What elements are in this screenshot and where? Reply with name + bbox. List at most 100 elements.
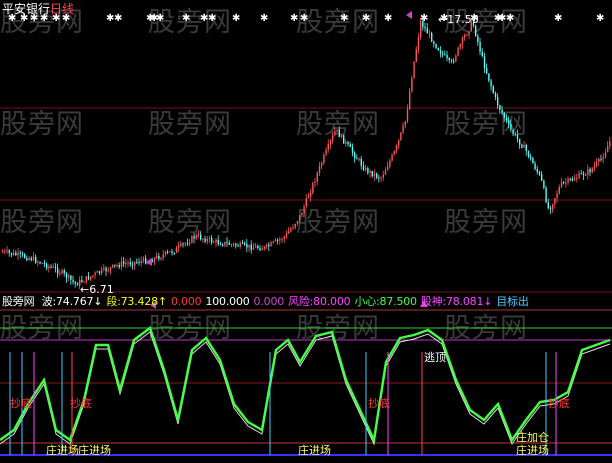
candle-body (224, 241, 226, 246)
candle-body (81, 279, 83, 282)
candle-body (270, 242, 272, 247)
candle-body (175, 247, 178, 253)
candle-body (200, 234, 202, 240)
candle-body (508, 120, 510, 124)
candle-body (19, 252, 21, 254)
indicator-line-fast (0, 326, 611, 445)
candle-body (274, 239, 277, 242)
candle-body (336, 129, 338, 132)
candle-body (343, 134, 345, 144)
bottom-signal: 抄底 (368, 397, 390, 410)
candle-body (189, 242, 191, 245)
candle-body (222, 244, 224, 246)
candle-body (365, 168, 367, 170)
candle-body (468, 31, 470, 35)
candle-body (439, 50, 442, 54)
candle-body (602, 157, 604, 160)
candle-body (162, 254, 164, 258)
candle-body (15, 252, 17, 256)
candle-body (52, 266, 54, 268)
candle-body (136, 261, 138, 263)
candle-body (516, 134, 519, 139)
candle-body (415, 49, 417, 62)
enter-signal: 庄进场 (78, 444, 111, 457)
candle-body (235, 243, 237, 246)
candle-body (367, 168, 369, 173)
candle-body (406, 109, 409, 122)
candle-body (466, 34, 468, 36)
candle-body (424, 26, 426, 29)
candle-body (167, 251, 169, 253)
candle-body (197, 234, 200, 236)
candle-body (580, 173, 582, 175)
indicator-line-slow (0, 331, 611, 446)
candle-body (461, 37, 464, 45)
candle-body (17, 252, 19, 256)
add-position-signal: 庄加仓 (516, 431, 549, 444)
candle-body (101, 269, 103, 274)
candle-body (277, 239, 279, 241)
candle-body (219, 243, 222, 245)
indicator-value-item: 风险:80.000 (288, 295, 351, 308)
candle-body (514, 133, 516, 135)
candle-body (250, 244, 252, 250)
stock-chart-window[interactable]: 股旁网 股旁网 股旁网 股旁网 股旁网 股旁网 股旁网 股旁网 股旁网 股旁网 … (0, 0, 612, 463)
candle-body (307, 196, 310, 199)
candle-body (338, 129, 340, 138)
indicator-value-item: 100.000 (205, 295, 250, 308)
enter-signal: 庄进场 (46, 444, 79, 457)
candle-body (477, 35, 479, 42)
chart-canvas[interactable]: ✱ ✱ ✱ ✱ ✱ ✱ ✱ ✱ ✱✱✱ ✱ ✱ ✱ ✱ ✱ ✱ ✱ ✱ ✱ ✱ ✱ ✱ ✱ ✱✱ ✱ ✱ ✱ (0, 0, 612, 463)
bottom-signal: 抄底 (548, 397, 570, 410)
candle-body (310, 192, 312, 197)
signal-star-icon: ✱ (340, 13, 348, 24)
candle-body (156, 255, 158, 258)
candle-body (505, 117, 508, 121)
candle-body (349, 144, 351, 148)
candle-body (479, 41, 481, 52)
high-marker-icon (406, 11, 412, 19)
candle-body (556, 193, 558, 199)
candle-body (404, 121, 406, 126)
signal-star-icon: ✱ (114, 13, 122, 24)
candle-body (510, 123, 512, 130)
candle-body (266, 244, 268, 247)
candle-body (547, 202, 549, 209)
candle-body (389, 160, 391, 167)
candle-body (26, 257, 28, 261)
candle-body (314, 181, 316, 183)
candle-body (239, 242, 241, 247)
candle-body (252, 247, 255, 250)
candle-body (545, 187, 547, 203)
candle-body (59, 273, 61, 275)
candle-body (255, 246, 257, 248)
candle-body (164, 251, 167, 255)
candle-body (153, 257, 156, 263)
candle-body (294, 223, 296, 228)
candle-body (226, 241, 228, 243)
indicator-value-item: 目标出 (496, 295, 529, 308)
candle-body (112, 264, 114, 268)
candle-body (358, 158, 360, 160)
candle-body (552, 204, 554, 210)
candle-body (68, 275, 70, 279)
candle-body (244, 243, 246, 245)
candle-body (70, 275, 72, 280)
candle-body (411, 78, 413, 92)
candle-body (173, 252, 175, 254)
candle-body (90, 276, 92, 280)
candle-body (103, 267, 105, 270)
candle-body (318, 166, 321, 173)
candle-body (578, 173, 580, 179)
candle-body (61, 270, 63, 274)
candle-body (131, 264, 134, 266)
candle-body (299, 215, 301, 222)
candle-body (435, 43, 437, 49)
high-price-label: ←17.50 (438, 13, 479, 26)
candle-body (321, 163, 323, 167)
candle-body (426, 28, 428, 34)
candle-body (398, 140, 400, 146)
signal-star-icon: ✱ (232, 13, 240, 24)
candle-body (494, 93, 497, 98)
signal-star-icon: ✱ (554, 13, 562, 24)
